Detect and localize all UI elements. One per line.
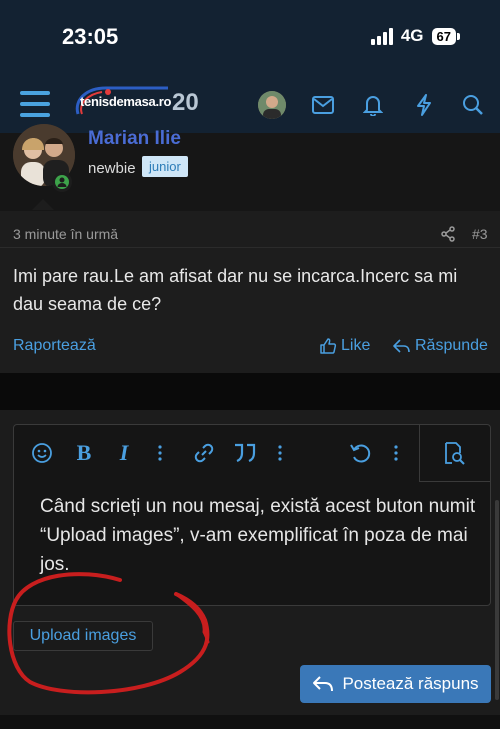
report-button[interactable]: Raportează (13, 337, 96, 355)
link-icon[interactable] (192, 440, 216, 466)
bold-icon[interactable]: B (74, 440, 94, 466)
mail-icon[interactable] (310, 92, 336, 118)
more-icon[interactable] (274, 440, 286, 466)
report-label: Raportează (13, 337, 96, 354)
header-avatar[interactable] (258, 91, 286, 119)
bolt-icon[interactable] (411, 92, 437, 118)
post-separator (0, 373, 500, 410)
user-rank: newbie (88, 160, 136, 177)
undo-icon[interactable] (348, 440, 372, 466)
post-body: Imi pare rau.Le am afisat dar nu se inca… (13, 266, 458, 314)
battery-icon: 67 (431, 27, 460, 45)
network-type: 4G (400, 26, 424, 45)
italic-icon[interactable]: I (116, 440, 132, 466)
preview-icon[interactable] (441, 440, 467, 466)
menu-icon[interactable] (20, 91, 50, 117)
bell-icon[interactable] (360, 92, 386, 118)
logo-text: tenisdemasa.ro (80, 94, 172, 109)
quote-icon[interactable] (232, 440, 258, 466)
post-reply-label: Postează răspuns (342, 674, 479, 693)
logo-number: 20 (172, 89, 199, 116)
thumbs-up-icon (320, 338, 337, 354)
emoji-icon[interactable] (31, 440, 53, 466)
online-status-icon (52, 172, 72, 192)
reply-label: Răspunde (415, 337, 488, 354)
reply-icon (393, 339, 410, 353)
status-time: 23:05 (62, 24, 119, 49)
battery-level: 67 (431, 27, 456, 45)
upload-images-button[interactable]: Upload images (13, 621, 153, 651)
post-reply-button[interactable]: Postează răspuns (300, 665, 491, 703)
like-button[interactable]: Like (319, 337, 370, 355)
site-logo[interactable]: tenisdemasa.ro 20 (72, 84, 202, 120)
status-indicators: 4G 67 (370, 26, 460, 46)
reply-icon (313, 676, 334, 692)
post-pointer (32, 199, 54, 210)
reply-button[interactable]: Răspunde (393, 337, 488, 355)
post-number[interactable]: #3 (472, 226, 488, 242)
user-badge: junior (142, 156, 188, 177)
signal-icon (370, 27, 393, 45)
post-user-area (0, 133, 500, 211)
scrollbar[interactable] (495, 500, 499, 700)
search-icon[interactable] (460, 92, 486, 118)
editor-content[interactable]: Când scrieți un nou mesaj, există acest … (40, 492, 480, 579)
post-username[interactable]: Marian Ilie (88, 128, 181, 150)
bottom-strip (0, 715, 500, 729)
like-label: Like (341, 337, 371, 354)
more-icon[interactable] (390, 440, 402, 466)
share-icon[interactable] (440, 226, 456, 247)
post-timestamp[interactable]: 3 minute în urmă (13, 226, 118, 242)
more-icon[interactable] (154, 440, 166, 466)
